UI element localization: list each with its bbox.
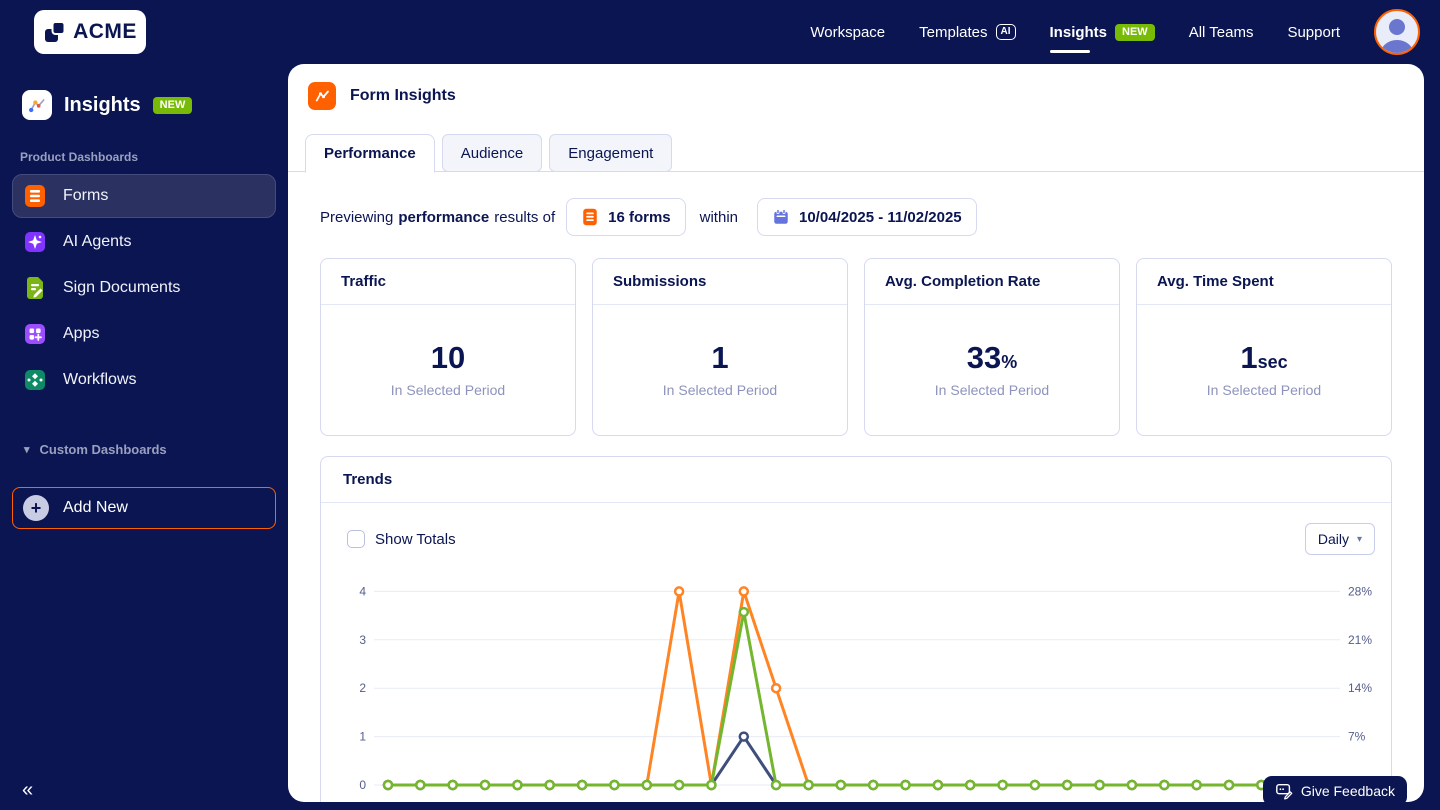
- custom-dashboards-label: Custom Dashboards: [39, 442, 167, 457]
- stat-card-time-spent: Avg. Time Spent 1sec In Selected Period: [1136, 258, 1392, 436]
- stat-value: 1: [1240, 340, 1258, 375]
- sidebar-item-label: AI Agents: [63, 233, 132, 250]
- tabstrip: Performance Audience Engagement: [288, 134, 1424, 173]
- page-header: Form Insights: [308, 82, 1424, 110]
- filter-row: Previewing performance results of 16 for…: [320, 198, 1424, 236]
- stat-title: Submissions: [593, 259, 847, 305]
- insights-icon: [22, 90, 52, 120]
- trends-title: Trends: [321, 457, 1391, 503]
- stat-card-traffic: Traffic 10 In Selected Period: [320, 258, 576, 436]
- sidebar-item-label: Sign Documents: [63, 279, 181, 296]
- form-icon: [583, 208, 597, 226]
- add-new-label: Add New: [63, 499, 128, 516]
- page-title: Form Insights: [350, 87, 456, 104]
- stat-card-submissions: Submissions 1 In Selected Period: [592, 258, 848, 436]
- trends-chart: 0 1 2 3 4 7% 14% 21% 28%: [359, 584, 1372, 792]
- svg-text:3: 3: [359, 633, 366, 647]
- within-label: within: [699, 208, 738, 226]
- give-feedback-label: Give Feedback: [1300, 783, 1395, 799]
- sidebar-item-apps[interactable]: Apps: [12, 312, 276, 356]
- sidebar-title: Insights NEW: [22, 90, 288, 120]
- sidebar-item-workflows[interactable]: Workflows: [12, 358, 276, 402]
- acme-logo-icon: [45, 21, 66, 42]
- forms-icon: [23, 184, 47, 208]
- stat-value: 33: [966, 340, 1002, 375]
- ai-badge: AI: [995, 24, 1016, 40]
- top-navbar: ACME Workspace Templates AI Insights NEW…: [0, 0, 1440, 64]
- show-totals-label: Show Totals: [375, 530, 456, 548]
- sidebar-item-ai-agents[interactable]: AI Agents: [12, 220, 276, 264]
- custom-dashboards-toggle[interactable]: ▾ Custom Dashboards: [24, 442, 288, 457]
- ai-agents-icon: [23, 230, 47, 254]
- sign-documents-icon: [23, 276, 47, 300]
- logo-text: ACME: [73, 20, 137, 43]
- stat-caption: In Selected Period: [390, 382, 506, 398]
- give-feedback-button[interactable]: Give Feedback: [1262, 776, 1407, 806]
- stat-card-completion-rate: Avg. Completion Rate 33% In Selected Per…: [864, 258, 1120, 436]
- plus-icon: +: [23, 495, 49, 521]
- sidebar: Insights NEW Product Dashboards Forms AI…: [0, 64, 288, 810]
- nav-item-all-teams[interactable]: All Teams: [1189, 0, 1254, 64]
- sidebar-item-sign-documents[interactable]: Sign Documents: [12, 266, 276, 310]
- workflows-icon: [23, 368, 47, 392]
- svg-text:0: 0: [359, 778, 366, 792]
- stat-value: 1: [711, 340, 729, 375]
- user-avatar[interactable]: [1374, 9, 1420, 55]
- svg-text:1: 1: [359, 730, 366, 744]
- sidebar-item-label: Workflows: [63, 371, 137, 388]
- stat-value: 10: [430, 340, 466, 375]
- filter-bold-word: performance: [398, 208, 490, 226]
- svg-text:28%: 28%: [1348, 584, 1372, 598]
- add-new-button[interactable]: + Add New: [12, 487, 276, 529]
- nav-item-templates[interactable]: Templates AI: [919, 0, 1016, 64]
- svg-text:14%: 14%: [1348, 681, 1372, 695]
- stat-caption: In Selected Period: [1206, 382, 1322, 398]
- svg-text:4: 4: [359, 584, 366, 598]
- form-insights-icon: [308, 82, 336, 110]
- date-range-button[interactable]: 10/04/2025 - 11/02/2025: [757, 198, 977, 236]
- sidebar-section-label: Product Dashboards: [20, 150, 139, 164]
- stats-row: Traffic 10 In Selected Period Submission…: [320, 258, 1392, 436]
- sidebar-collapse-button[interactable]: «: [22, 779, 33, 802]
- interval-select[interactable]: Daily ▾: [1304, 523, 1375, 555]
- acme-logo[interactable]: ACME: [34, 10, 146, 54]
- stat-caption: In Selected Period: [662, 382, 778, 398]
- tab-audience[interactable]: Audience: [441, 134, 543, 172]
- top-nav: Workspace Templates AI Insights NEW All …: [810, 0, 1420, 64]
- stat-title: Avg. Time Spent: [1137, 259, 1391, 305]
- main-panel: Form Insights Performance Audience Engag…: [288, 64, 1424, 802]
- filter-suffix: results of: [494, 208, 556, 226]
- feedback-icon: [1275, 783, 1293, 800]
- forms-filter-button[interactable]: 16 forms: [566, 198, 686, 236]
- nav-item-insights[interactable]: Insights NEW: [1049, 0, 1155, 64]
- person-icon: [1380, 19, 1414, 53]
- calendar-icon: [774, 209, 788, 224]
- show-totals-checkbox[interactable]: [347, 530, 365, 548]
- chevron-down-icon: ▾: [1356, 533, 1362, 545]
- sidebar-item-label: Apps: [63, 325, 100, 342]
- filter-prefix: Previewing: [320, 208, 394, 226]
- forms-filter-label: 16 forms: [608, 208, 671, 226]
- date-range-label: 10/04/2025 - 11/02/2025: [799, 208, 962, 226]
- stat-title: Traffic: [321, 259, 575, 305]
- nav-item-workspace[interactable]: Workspace: [810, 0, 885, 64]
- svg-text:2: 2: [359, 681, 366, 695]
- trends-card: Trends Show Totals Daily ▾ 0 1 2 3 4 7% 14% 21%…: [320, 456, 1392, 802]
- nav-item-support[interactable]: Support: [1287, 0, 1340, 64]
- stat-caption: In Selected Period: [934, 382, 1050, 398]
- new-badge: NEW: [1115, 23, 1155, 41]
- sidebar-new-badge: NEW: [152, 96, 193, 114]
- sidebar-item-label: Forms: [63, 187, 109, 204]
- svg-text:21%: 21%: [1348, 633, 1372, 647]
- apps-icon: [23, 322, 47, 346]
- sidebar-item-forms[interactable]: Forms: [12, 174, 276, 218]
- interval-value: Daily: [1317, 531, 1349, 547]
- svg-text:7%: 7%: [1348, 730, 1366, 744]
- tab-engagement[interactable]: Engagement: [549, 134, 673, 172]
- chevron-down-icon: ▾: [24, 444, 30, 456]
- stat-title: Avg. Completion Rate: [865, 259, 1119, 305]
- trends-controls: Show Totals Daily ▾: [321, 503, 1391, 555]
- sidebar-title-label: Insights: [64, 93, 141, 116]
- tab-performance[interactable]: Performance: [305, 134, 435, 173]
